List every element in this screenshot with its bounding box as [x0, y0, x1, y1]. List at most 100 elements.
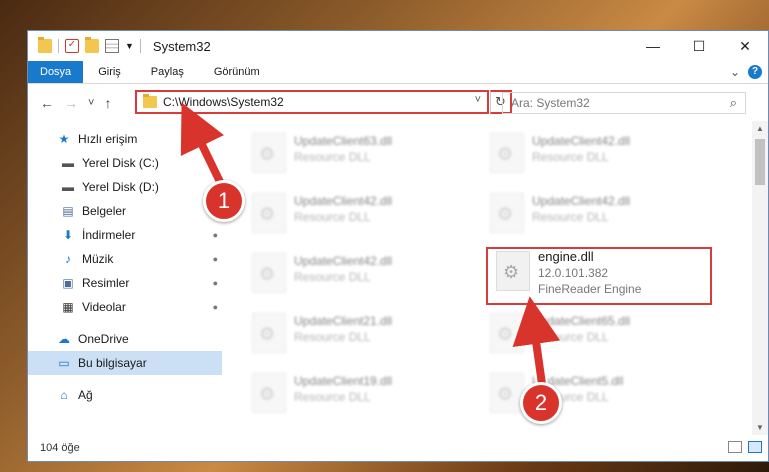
file-item[interactable]: UpdateClient21.dll Resource DLL [244, 307, 470, 363]
search-icon: ⌕ [729, 95, 737, 110]
vertical-scrollbar[interactable]: ▲ ▼ [752, 121, 768, 435]
up-arrow-icon[interactable]: ↑ [104, 95, 111, 111]
sidebar-item-onedrive[interactable]: ☁ OneDrive [28, 327, 222, 351]
scrollbar-thumb[interactable] [755, 139, 765, 185]
file-item[interactable]: UpdateClient19.dll Resource DLL [244, 367, 470, 423]
sidebar-item-label: Yerel Disk (D:) [82, 180, 159, 194]
search-input[interactable]: Ara: System32 ⌕ [502, 92, 746, 114]
sidebar-item-network[interactable]: ⌂ Ağ [28, 383, 222, 407]
dll-file-icon [252, 193, 286, 233]
dll-file-icon [496, 251, 530, 291]
file-name: UpdateClient42.dll [532, 194, 631, 208]
expand-ribbon-icon[interactable]: ⌄ [730, 65, 740, 79]
address-row: ← → ˅ ↑ C:\Windows\System32 ˅ ↻ Ara: Sys… [28, 84, 768, 121]
file-item[interactable]: UpdateClient65.dll Resource DLL [482, 307, 708, 363]
sidebar-item-pictures[interactable]: ▣ Resimler ● [28, 271, 222, 295]
window-title: System32 [152, 38, 211, 54]
sidebar-item-this-pc[interactable]: ▭ Bu bilgisayar [28, 351, 222, 375]
maximize-button[interactable]: ☐ [676, 31, 722, 61]
drive-icon: ▬ [62, 156, 74, 170]
file-item[interactable]: UpdateClient42.dll Resource DLL [244, 187, 470, 243]
sidebar-item-label: OneDrive [78, 332, 129, 346]
toolbar-dropdown-icon[interactable]: ▼ [125, 41, 134, 51]
file-item[interactable]: UpdateClient5.dllResource DLL [482, 367, 708, 423]
tab-share[interactable]: Paylaş [136, 61, 199, 83]
chevron-down-icon[interactable]: ˅ [475, 94, 481, 106]
forward-arrow-icon[interactable]: → [64, 95, 78, 111]
file-description: Resource DLL [532, 210, 609, 224]
item-count: 104 öğe [40, 442, 80, 454]
pin-icon: ● [212, 302, 218, 312]
customize-toolbar-icon[interactable] [105, 39, 119, 53]
details-view-icon[interactable] [728, 441, 742, 453]
file-name: UpdateClient42.dll [532, 134, 631, 148]
new-folder-icon[interactable] [85, 37, 99, 53]
address-bar[interactable]: C:\Windows\System32 ˅ [135, 90, 489, 114]
file-version: 12.0.101.382 [538, 266, 609, 280]
sidebar-item-quick-access[interactable]: ★ Hızlı erişim [28, 127, 222, 151]
tab-home[interactable]: Giriş [83, 61, 136, 83]
dll-file-icon [252, 133, 286, 173]
divider [58, 39, 59, 53]
file-name: UpdateClient42.dll [294, 254, 393, 268]
file-description: Resource DLL [294, 210, 371, 224]
help-icon[interactable]: ? [748, 65, 762, 79]
file-description: FineReader Engine [538, 282, 642, 296]
file-item[interactable]: UpdateClient42.dll Resource DLL [482, 127, 708, 183]
back-arrow-icon[interactable]: ← [40, 95, 54, 111]
sidebar-item-label: Yerel Disk (C:) [82, 156, 159, 170]
file-description: Resource DLL [294, 390, 371, 404]
main-area: ★ Hızlı erişim ▬ Yerel Disk (C:) ● ▬ Yer… [28, 121, 768, 435]
view-toggle [728, 441, 762, 453]
status-bar: 104 öğe [28, 435, 768, 461]
recent-locations-icon[interactable]: ˅ [88, 97, 94, 109]
properties-check-icon[interactable]: ✓ [65, 39, 79, 53]
dll-file-icon [490, 373, 524, 413]
file-item[interactable]: UpdateClient42.dll Resource DLL [482, 187, 708, 243]
star-icon: ★ [58, 132, 70, 146]
sidebar-item-label: İndirmeler [82, 228, 136, 242]
file-name: engine.dll [538, 249, 594, 264]
minimize-button[interactable]: — [630, 31, 676, 61]
file-name: UpdateClient65.dll [532, 314, 631, 328]
file-item[interactable]: UpdateClient63.dll Resource DLL [244, 127, 470, 183]
music-icon: ♪ [65, 252, 71, 266]
pin-icon: ● [212, 254, 218, 264]
sidebar-item-label: Hızlı erişim [78, 132, 138, 146]
file-description: Resource DLL [294, 270, 371, 284]
sidebar-item-videos[interactable]: ▦ Videolar ● [28, 295, 222, 319]
dll-file-icon [252, 313, 286, 353]
dll-file-icon [490, 133, 524, 173]
videos-icon: ▦ [62, 300, 74, 314]
close-button[interactable]: ✕ [722, 31, 768, 61]
sidebar-item-documents[interactable]: ▤ Belgeler ● [28, 199, 222, 223]
title-bar: ✓ ▼ System32 — ☐ ✕ [28, 31, 768, 61]
divider [139, 39, 141, 53]
address-path: C:\Windows\System32 [163, 95, 284, 109]
sidebar-item-local-disk-d[interactable]: ▬ Yerel Disk (D:) ● [28, 175, 222, 199]
computer-icon: ▭ [58, 356, 70, 370]
file-item-engine-dll[interactable]: engine.dll 12.0.101.382 FineReader Engin… [488, 247, 714, 307]
tab-file[interactable]: Dosya [28, 61, 84, 83]
sidebar-item-music[interactable]: ♪ Müzik ● [28, 247, 222, 271]
scroll-up-icon[interactable]: ▲ [752, 124, 768, 133]
drive-icon: ▬ [62, 180, 74, 194]
dll-file-icon [490, 193, 524, 233]
sidebar-item-downloads[interactable]: ⬇ İndirmeler ● [28, 223, 222, 247]
folder-icon[interactable] [38, 37, 52, 53]
pin-icon: ● [212, 278, 218, 288]
dll-file-icon [252, 373, 286, 413]
tab-view[interactable]: Görünüm [199, 61, 275, 83]
scroll-down-icon[interactable]: ▼ [752, 423, 768, 432]
file-description: Resource DLL [532, 150, 609, 164]
file-description: Resource DLL [532, 330, 609, 344]
explorer-window: ✓ ▼ System32 — ☐ ✕ Dosya Giriş Paylaş Gö… [27, 30, 769, 462]
large-icons-view-icon[interactable] [748, 441, 762, 453]
sidebar-item-local-disk-c[interactable]: ▬ Yerel Disk (C:) ● [28, 151, 222, 175]
pictures-icon: ▣ [62, 276, 74, 290]
search-placeholder: Ara: System32 [511, 96, 590, 110]
file-name: UpdateClient42.dll [294, 194, 393, 208]
file-item[interactable]: UpdateClient42.dll Resource DLL [244, 247, 470, 303]
